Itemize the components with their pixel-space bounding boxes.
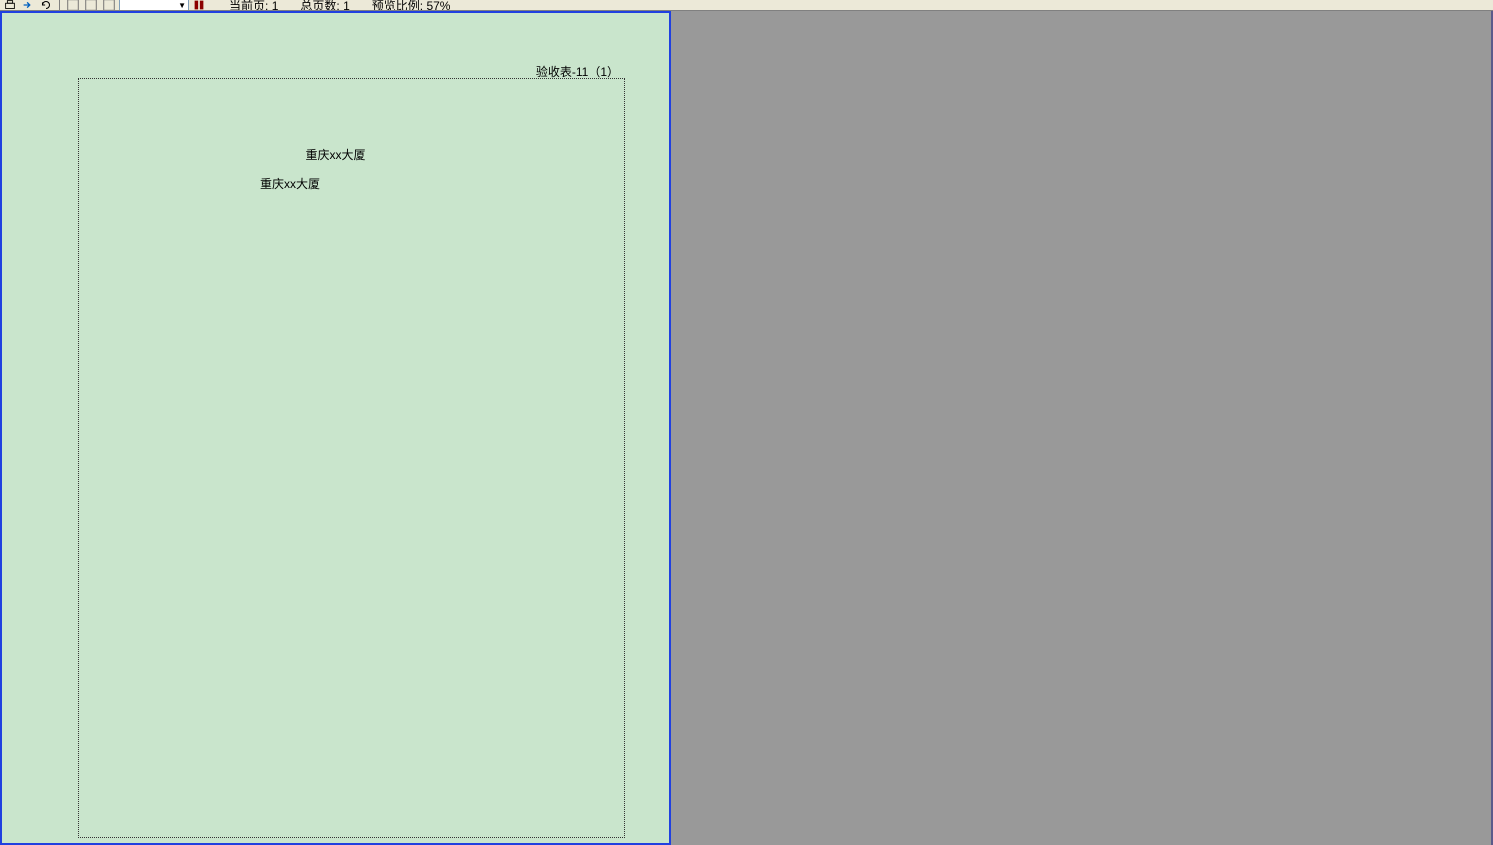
first-page-icon[interactable] [65, 0, 81, 11]
prev-page-icon[interactable] [83, 0, 99, 11]
toolbar: ▼ 当前页: 1 总页数: 1 预览比例: 57% [0, 0, 1493, 11]
document-title-line-2: 重庆xx大厦 [260, 175, 320, 192]
preview-page[interactable]: 验收表-11（1） 重庆xx大厦 重庆xx大厦 [0, 11, 671, 845]
close-preview-icon[interactable] [191, 0, 207, 11]
document-title-line-1: 重庆xx大厦 [2, 146, 669, 163]
preview-ratio-label: 预览比例: 57% [372, 0, 451, 11]
current-page-label: 当前页: 1 [229, 0, 278, 11]
empty-workspace-area [671, 11, 1493, 845]
chevron-down-icon: ▼ [178, 1, 186, 10]
content-frame [78, 78, 625, 838]
total-pages-label: 总页数: 1 [300, 0, 349, 11]
zoom-dropdown[interactable]: ▼ [119, 0, 189, 11]
print-icon[interactable] [2, 0, 18, 11]
next-page-icon[interactable] [101, 0, 117, 11]
workspace: 验收表-11（1） 重庆xx大厦 重庆xx大厦 [0, 11, 1493, 845]
separator [59, 0, 60, 11]
export-icon[interactable] [20, 0, 36, 11]
refresh-icon[interactable] [38, 0, 54, 11]
